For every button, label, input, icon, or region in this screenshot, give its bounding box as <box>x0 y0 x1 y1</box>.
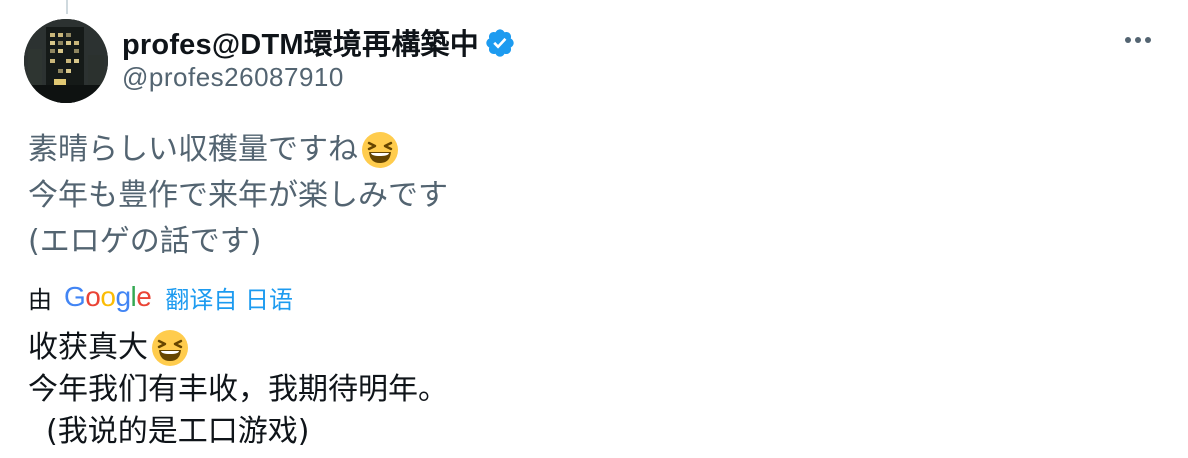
tweet-translated-text: 收获真大 今年我们有丰收，我期待明年。 (我说的是工口游戏) <box>28 327 448 453</box>
translated-line-1: 收获真大 <box>28 330 148 365</box>
verified-badge-icon <box>484 27 516 59</box>
thread-connector-line <box>66 0 68 14</box>
tweet-card[interactable]: profes@DTM環境再構築中 @profes26087910 素晴らしい収穫… <box>0 0 1188 458</box>
avatar[interactable] <box>24 19 108 103</box>
original-line-3: (エロゲの話です) <box>28 224 262 259</box>
grinning-squinting-face-emoji <box>360 130 400 170</box>
original-line-1: 素晴らしい収穫量ですね <box>28 132 358 167</box>
translation-source-link[interactable]: 翻译自 日语 <box>165 280 293 315</box>
original-line-2: 今年も豊作で来年が楽しみです <box>28 178 448 213</box>
author-display-name[interactable]: profes@DTM環境再構築中 <box>122 21 479 63</box>
more-options-button[interactable] <box>1118 28 1158 52</box>
translated-line-3: (我说的是工口游戏) <box>46 414 310 449</box>
translated-line-2: 今年我们有丰收，我期待明年。 <box>28 372 448 407</box>
grinning-squinting-face-emoji <box>150 328 190 368</box>
author-handle[interactable]: @profes26087910 <box>122 62 344 93</box>
avatar-image <box>24 19 108 103</box>
google-logo: Google <box>64 281 152 312</box>
translation-prefix: 由 <box>28 285 52 314</box>
translation-attribution: 由 Google 翻译自 日语 <box>28 279 293 315</box>
more-options-icon <box>1125 37 1151 43</box>
tweet-original-text: 素晴らしい収穫量ですね 今年も豊作で来年が楽しみです (エロゲの話です) <box>28 127 448 265</box>
